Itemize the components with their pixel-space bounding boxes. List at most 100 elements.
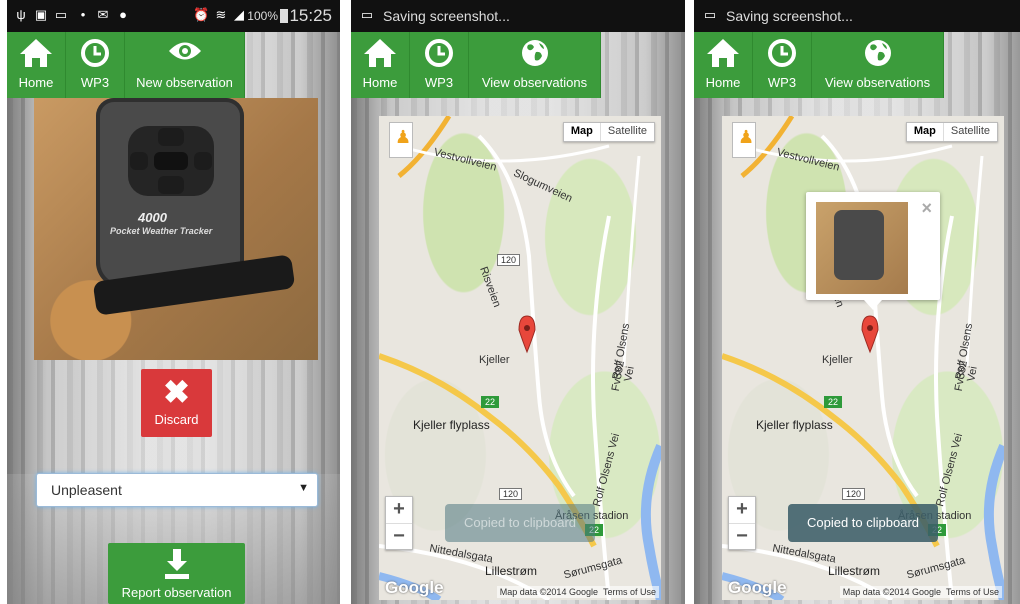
zoom-in-button[interactable]: + [386, 497, 412, 524]
home-icon [364, 39, 396, 67]
discard-button[interactable]: ✖ Discard [141, 369, 212, 437]
clock: 15:25 [289, 6, 332, 25]
download-icon [165, 549, 189, 579]
map-type-control: Map Satellite [905, 122, 998, 142]
road-shield-22: 22 [481, 396, 500, 408]
road-shield-22: 22 [824, 396, 843, 408]
status-bar: ▭ Saving screenshot... [694, 0, 1020, 32]
status-bar: ▭ Saving screenshot... [351, 0, 685, 32]
nav-home-button[interactable]: Home [351, 32, 410, 98]
map-label-kjeller: Kjeller [479, 354, 510, 366]
usb-icon: ψ [16, 7, 26, 22]
zoom-out-button[interactable]: − [729, 524, 755, 550]
spotify-icon: ● [119, 7, 127, 22]
top-nav: Home WP3 View observations [351, 32, 601, 98]
close-icon: ✖ [163, 374, 190, 410]
image-icon: ▭ [360, 7, 374, 22]
nav-wp3-label: WP3 [424, 75, 454, 90]
device-keypad [128, 126, 214, 196]
nav-wp3-label: WP3 [80, 75, 110, 90]
nav-view-observations-label: View observations [481, 75, 588, 90]
discard-label: Discard [154, 412, 199, 427]
alarm-icon: ⏰ [193, 7, 210, 22]
map-label-kjeller: Kjeller [822, 354, 853, 366]
nav-view-observations-label: View observations [824, 75, 931, 90]
clock-icon [425, 39, 453, 67]
toast-message: Copied to clipboard [445, 504, 595, 542]
status-bar: ψ ▣ ▭ • ✉ ● ⏰ ≋ ◢ 100% 15:25 [7, 0, 340, 32]
road-shield-120: 120 [842, 488, 866, 500]
nav-new-observation-button[interactable]: New observation [125, 32, 245, 98]
street-view-pegman[interactable]: ♟ [732, 122, 756, 158]
observation-thumbnail[interactable] [816, 202, 908, 294]
person-icon: ♟ [738, 127, 755, 147]
mood-select[interactable]: Unpleasent ▼ [36, 473, 318, 507]
observation-info-window[interactable]: × [806, 192, 940, 310]
home-icon [20, 39, 52, 67]
device-name: Pocket Weather Tracker [110, 226, 213, 236]
nav-home-label: Home [18, 75, 54, 90]
nav-wp3-label: WP3 [767, 75, 797, 90]
google-logo: Google [728, 578, 787, 597]
map-type-satellite-button[interactable]: Satellite [944, 123, 997, 141]
status-text: Saving screenshot... [383, 8, 510, 24]
image-icon: ▭ [703, 7, 717, 22]
phone-screen-new-observation: ψ ▣ ▭ • ✉ ● ⏰ ≋ ◢ 100% 15:25 Home WP3 Ne… [7, 0, 340, 604]
nav-view-observations-button[interactable]: View observations [469, 32, 601, 98]
nav-new-observation-label: New observation [136, 75, 233, 90]
nav-wp3-button[interactable]: WP3 [753, 32, 812, 98]
terms-of-use-link[interactable]: Terms of Use [603, 587, 656, 597]
google-logo: Google [385, 578, 444, 597]
attribution-text: Map data ©2014 Google [842, 587, 941, 597]
nav-home-button[interactable]: Home [7, 32, 66, 98]
chevron-down-icon: ▼ [298, 482, 309, 494]
map-attribution: Map data ©2014 Google Terms of Use [496, 586, 659, 598]
close-icon[interactable]: × [921, 198, 932, 219]
nav-home-label: Home [362, 75, 398, 90]
map-label-flyplass: Kjeller flyplass [413, 418, 490, 432]
eye-icon [168, 42, 201, 60]
info-window-pointer [864, 300, 882, 310]
map-type-map-button[interactable]: Map [907, 123, 944, 141]
report-observation-label: Report observation [121, 585, 232, 600]
image-icon: ▭ [54, 7, 68, 22]
globe-icon [864, 40, 891, 66]
zoom-control: + − [385, 496, 413, 550]
map-label-lillestrom: Lillestrøm [485, 564, 538, 578]
observation-map[interactable]: ♟ Map Satellite Vestvollveien Slogumveie… [379, 116, 661, 600]
zoom-in-button[interactable]: + [729, 497, 755, 524]
battery-percent: 100% [247, 9, 278, 23]
notification-icon: ▣ [34, 7, 48, 22]
nav-home-button[interactable]: Home [694, 32, 753, 98]
signal-icon: ◢ [234, 7, 244, 22]
nav-wp3-button[interactable]: WP3 [410, 32, 469, 98]
map-type-satellite-button[interactable]: Satellite [601, 123, 654, 141]
person-icon: ♟ [395, 127, 412, 147]
nav-wp3-button[interactable]: WP3 [66, 32, 125, 98]
zoom-out-button[interactable]: − [386, 524, 412, 550]
observation-map[interactable]: ♟ Map Satellite Vestvollveien Risveien R… [722, 116, 1004, 600]
clock-icon [768, 39, 796, 67]
report-observation-button[interactable]: Report observation [108, 543, 245, 604]
street-view-pegman[interactable]: ♟ [389, 122, 413, 158]
email-icon: ✉ [97, 7, 109, 22]
globe-icon [521, 40, 548, 66]
map-attribution: Map data ©2014 Google Terms of Use [839, 586, 1002, 598]
road-shield-120: 120 [497, 254, 521, 266]
toast-message: Copied to clipboard [788, 504, 938, 542]
wifi-icon: ≋ [215, 7, 227, 22]
map-label-lillestrom: Lillestrøm [828, 564, 881, 578]
road-shield-120: 120 [499, 488, 523, 500]
zoom-control: + − [728, 496, 756, 550]
terms-of-use-link[interactable]: Terms of Use [946, 587, 999, 597]
nav-view-observations-button[interactable]: View observations [812, 32, 944, 98]
map-type-map-button[interactable]: Map [564, 123, 601, 141]
observation-photo: 4000 Pocket Weather Tracker [34, 98, 318, 360]
clock-icon [81, 39, 109, 67]
status-text: Saving screenshot... [726, 8, 853, 24]
device-model: 4000 [138, 210, 167, 225]
map-type-control: Map Satellite [562, 122, 655, 142]
home-icon [707, 39, 739, 67]
mic-icon: • [80, 7, 86, 22]
attribution-text: Map data ©2014 Google [499, 587, 598, 597]
